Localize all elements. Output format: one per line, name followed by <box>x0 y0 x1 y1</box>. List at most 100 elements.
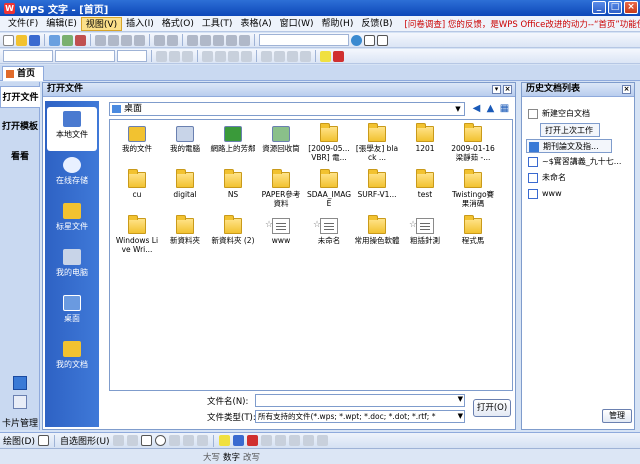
tab-browse[interactable]: 看看 <box>0 146 40 168</box>
line-color-icon[interactable] <box>232 435 244 446</box>
file-item[interactable]: [張學友] black ... <box>354 123 400 162</box>
undo-icon[interactable] <box>154 34 165 46</box>
back-arrow-icon[interactable]: ◀ <box>471 103 482 114</box>
file-item[interactable]: SURF-V1... <box>354 169 400 199</box>
file-item[interactable]: 我的文件 <box>114 126 160 153</box>
align-left-icon[interactable] <box>202 50 213 62</box>
menu-help[interactable]: 帮助(H) <box>318 17 358 31</box>
textbox-icon[interactable] <box>168 435 180 446</box>
tab-open-template[interactable]: 打开模板 <box>0 116 40 138</box>
print-icon[interactable] <box>49 34 60 46</box>
justify-icon[interactable] <box>241 50 252 62</box>
file-item[interactable]: 常用操色軟體 <box>354 215 400 245</box>
maximize-button[interactable]: □ <box>608 1 622 14</box>
up-folder-icon[interactable]: ▲ <box>485 103 496 114</box>
open-folder-icon[interactable] <box>16 34 27 46</box>
place-online-storage[interactable]: 在线存储 <box>47 153 97 197</box>
layout-icon[interactable] <box>364 34 375 46</box>
autoshapes-button[interactable]: 自选图形(U) <box>60 434 110 447</box>
hyperlink-icon[interactable] <box>187 34 198 46</box>
font-size-select[interactable] <box>117 50 147 62</box>
underline-icon[interactable] <box>182 50 193 62</box>
card-page-icon[interactable] <box>13 395 27 409</box>
file-item[interactable]: NS <box>210 169 256 199</box>
panel-close-icon[interactable]: × <box>622 85 631 94</box>
manage-button[interactable]: 管理 <box>602 409 632 423</box>
document-map-icon[interactable] <box>239 34 250 46</box>
star-icon[interactable]: ☆ <box>409 221 417 230</box>
tab-home[interactable]: 首页 <box>2 66 45 81</box>
menu-format[interactable]: 格式(O) <box>158 17 198 31</box>
redo-icon[interactable] <box>167 34 178 46</box>
star-icon[interactable]: ☆ <box>265 221 273 230</box>
file-item[interactable]: 新資料夾 (2) <box>210 215 256 245</box>
format-painter-icon[interactable] <box>134 34 145 46</box>
menu-feedback[interactable]: 反馈(B) <box>357 17 396 31</box>
file-item[interactable]: ☆ 未命名 <box>306 218 352 245</box>
history-item-new-blank[interactable]: 新建空白文档 <box>526 107 632 121</box>
font-color-icon[interactable] <box>333 50 344 62</box>
spellcheck-icon[interactable] <box>75 34 86 46</box>
draw-menu-button[interactable]: 绘图(D) <box>3 434 35 447</box>
paste-icon[interactable] <box>121 34 132 46</box>
file-item[interactable]: 我的電腦 <box>162 126 208 153</box>
help-icon[interactable] <box>351 34 362 46</box>
select-pointer-icon[interactable] <box>37 435 49 446</box>
view-options-icon[interactable]: ▦ <box>499 103 510 114</box>
wordart-icon[interactable] <box>182 435 194 446</box>
open-button[interactable]: 打开(O) <box>473 399 511 417</box>
history-item-lecture[interactable]: ~$實習講義_九十七... <box>526 155 632 169</box>
numbering-icon[interactable] <box>261 50 272 62</box>
survey-link[interactable]: [问卷调查] 您的反馈，是WPS Office改进的动力--“首页”功能使用调查 <box>405 18 640 30</box>
place-desktop[interactable]: 桌面 <box>47 291 97 335</box>
zoom-select[interactable] <box>259 34 349 46</box>
chevron-down-icon[interactable]: ▼ <box>458 395 463 403</box>
history-item-untitled[interactable]: 未命名 <box>526 171 632 185</box>
arrow-style-icon[interactable] <box>288 435 300 446</box>
file-item[interactable]: ☆ 粗插針測 <box>402 218 448 245</box>
file-item[interactable]: 2009-01-16 梁靜茹 -... <box>450 123 496 162</box>
highlight-icon[interactable] <box>320 50 331 62</box>
file-item[interactable]: ☆ www <box>258 218 304 245</box>
panel-close-icon[interactable]: × <box>503 85 512 94</box>
file-item[interactable]: SDAA_IMAGE <box>306 169 352 208</box>
indent-icon[interactable] <box>287 50 298 62</box>
history-item-open-last[interactable]: 打开上次工作 <box>540 123 600 137</box>
file-item[interactable]: test <box>402 169 448 199</box>
shadow-icon[interactable] <box>302 435 314 446</box>
card-manager-label[interactable]: 卡片管理 <box>0 416 40 429</box>
menu-tools[interactable]: 工具(T) <box>198 17 237 31</box>
bullets-icon[interactable] <box>274 50 285 62</box>
menu-table[interactable]: 表格(A) <box>236 17 275 31</box>
menu-view[interactable]: 视图(V) <box>80 16 123 31</box>
file-item[interactable]: 新資料夾 <box>162 215 208 245</box>
rectangle-icon[interactable] <box>140 435 152 446</box>
table-icon[interactable] <box>200 34 211 46</box>
file-item[interactable]: 程式馬 <box>450 215 496 245</box>
dash-style-icon[interactable] <box>274 435 286 446</box>
3d-icon[interactable] <box>316 435 328 446</box>
file-item[interactable]: Windows Live Wri... <box>114 215 160 254</box>
history-item-journal[interactable]: 期刊論文及指... <box>526 139 612 153</box>
star-icon[interactable]: ☆ <box>313 221 321 230</box>
minimize-button[interactable]: _ <box>592 1 606 14</box>
file-item[interactable]: Twistingo賽果消碼 <box>450 169 496 208</box>
align-center-icon[interactable] <box>215 50 226 62</box>
ellipse-icon[interactable] <box>154 435 166 446</box>
file-item[interactable]: 資源回收筒 <box>258 126 304 153</box>
close-button[interactable]: × <box>624 1 638 14</box>
line-style-icon[interactable] <box>260 435 272 446</box>
file-item[interactable]: PAPER參考資料 <box>258 169 304 208</box>
bold-icon[interactable] <box>156 50 167 62</box>
cut-icon[interactable] <box>95 34 106 46</box>
history-item-www[interactable]: www <box>526 187 632 201</box>
file-item[interactable]: 1201 <box>402 123 448 153</box>
file-item[interactable]: [2009-05... VBR] 電... <box>306 123 352 162</box>
place-local-files[interactable]: 本地文件 <box>47 107 97 151</box>
filetype-select[interactable]: 所有支持的文件(*.wps; *.wpt; *.doc; *.dot; *.rt… <box>255 410 465 423</box>
place-my-computer[interactable]: 我的电脑 <box>47 245 97 289</box>
line-icon[interactable] <box>112 435 124 446</box>
font-color-icon[interactable] <box>246 435 258 446</box>
menu-window[interactable]: 窗口(W) <box>276 17 318 31</box>
place-my-documents[interactable]: 我的文档 <box>47 337 97 381</box>
